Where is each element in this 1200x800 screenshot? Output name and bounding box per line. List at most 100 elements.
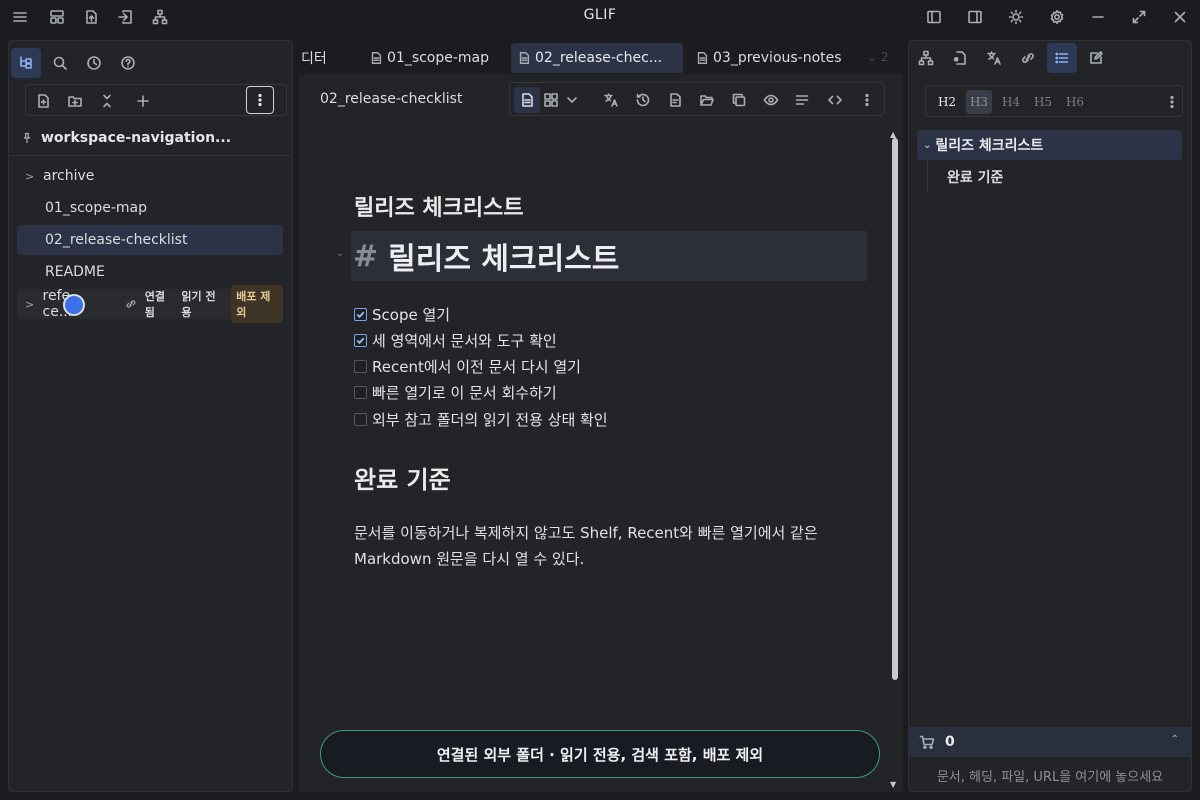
more-icon[interactable] xyxy=(246,86,274,114)
chevron-down-icon[interactable] xyxy=(559,87,585,113)
eye-icon[interactable] xyxy=(758,87,784,113)
outline-item[interactable]: 완료 기준 xyxy=(947,167,1003,187)
search-icon[interactable] xyxy=(45,48,75,78)
pin-icon xyxy=(21,132,33,144)
sitemap-icon[interactable] xyxy=(148,5,172,29)
checklist-item[interactable]: Scope 열기 xyxy=(354,303,450,325)
document-content[interactable]: 릴리즈 체크리스트 ⌄ # 릴리즈 체크리스트 Scope 열기 세 영역에서 … xyxy=(299,128,891,790)
chevron-down-icon[interactable]: ⌄ xyxy=(923,140,931,151)
translate-icon[interactable] xyxy=(598,87,624,113)
title-bar: GLIF xyxy=(0,0,1200,34)
layout-icon[interactable] xyxy=(45,5,69,29)
tab-previous-notes[interactable]: 03_previous-notes xyxy=(689,43,857,73)
tree-item-label: 02_release-checklist xyxy=(45,232,188,248)
scroll-down-arrow[interactable]: ▼ xyxy=(890,780,896,789)
close-icon[interactable] xyxy=(1168,5,1192,29)
section-heading: 완료 기준 xyxy=(354,466,451,494)
tree-item-scope-map[interactable]: 01_scope-map xyxy=(17,193,283,223)
editor-toolbar xyxy=(509,82,885,116)
heading-filter-h2[interactable]: H2 xyxy=(934,90,960,114)
checklist-item[interactable]: Recent에서 이전 문서 다시 열기 xyxy=(354,355,581,377)
sun-icon[interactable] xyxy=(1004,5,1028,29)
active-heading-line[interactable]: # 릴리즈 체크리스트 xyxy=(351,231,867,281)
tab-label: 디터 xyxy=(301,51,327,67)
menu-icon[interactable] xyxy=(8,5,32,29)
tree-item-release-checklist[interactable]: 02_release-checklist xyxy=(17,225,283,255)
checkbox[interactable] xyxy=(354,385,367,399)
document-icon xyxy=(369,51,383,65)
hierarchy-icon[interactable] xyxy=(911,43,941,73)
heading-filter-h5[interactable]: H5 xyxy=(1030,90,1056,114)
file-explorer-panel: workspace-navigation... > archive 01_sco… xyxy=(8,40,293,792)
minimize-icon[interactable] xyxy=(1086,5,1110,29)
heading-filter-h6[interactable]: H6 xyxy=(1062,90,1088,114)
checklist-text: 세 영역에서 문서와 도구 확인 xyxy=(372,331,557,350)
right-sidebar-icon[interactable] xyxy=(963,5,987,29)
checklist-item[interactable]: 세 영역에서 문서와 도구 확인 xyxy=(354,329,557,351)
checkbox-checked[interactable] xyxy=(354,307,367,321)
align-icon[interactable] xyxy=(789,87,815,113)
tree-item-readme[interactable]: README xyxy=(17,257,283,287)
heading-filter-h4[interactable]: H4 xyxy=(998,90,1024,114)
checkbox[interactable] xyxy=(354,359,367,373)
fold-chevron-icon[interactable]: ⌄ xyxy=(336,248,344,259)
history-icon[interactable] xyxy=(630,87,656,113)
editor-tab-bar: 디터 01_scope-map 02_release-chec... 03_pr… xyxy=(299,40,903,74)
maximize-icon[interactable] xyxy=(1127,5,1151,29)
shelf-bar[interactable]: 0 ⌃ xyxy=(909,727,1191,757)
more-icon[interactable] xyxy=(1164,90,1180,114)
translate-icon[interactable] xyxy=(979,43,1009,73)
new-file-icon[interactable] xyxy=(30,88,56,114)
help-icon[interactable] xyxy=(113,48,143,78)
more-icon[interactable] xyxy=(854,87,880,113)
code-icon[interactable] xyxy=(822,87,848,113)
outline-item[interactable]: ⌄ 릴리즈 체크리스트 xyxy=(917,130,1182,160)
tree-item-label: 01_scope-map xyxy=(45,200,148,216)
editor-header: 02_release-checklist xyxy=(299,74,903,124)
heading-filter-h3[interactable]: H3 xyxy=(966,90,992,114)
chevron-right-icon: > xyxy=(25,297,35,311)
document-icon[interactable] xyxy=(514,87,540,113)
list-icon[interactable] xyxy=(1047,43,1077,73)
outline-guide-line xyxy=(927,161,928,193)
plus-icon[interactable] xyxy=(130,88,156,114)
tab-scope-map[interactable]: 01_scope-map xyxy=(363,43,503,73)
outline-panel: H2 H3 H4 H5 H6 ⌄ 릴리즈 체크리스트 완료 기준 0 ⌃ 문서,… xyxy=(908,40,1192,792)
chevron-up-icon[interactable]: ⌃ xyxy=(1171,734,1179,745)
copy-icon[interactable] xyxy=(726,87,752,113)
folder-open-icon[interactable] xyxy=(694,87,720,113)
checkbox[interactable] xyxy=(354,412,367,426)
checklist-item[interactable]: 외부 참고 폴더의 읽기 전용 상태 확인 xyxy=(354,408,608,430)
workspace-name: workspace-navigation... xyxy=(41,130,232,146)
file-link-icon[interactable] xyxy=(945,43,975,73)
gear-icon[interactable] xyxy=(1045,5,1069,29)
checkbox-checked[interactable] xyxy=(354,333,367,347)
rendered-heading: 릴리즈 체크리스트 xyxy=(354,196,524,221)
import-icon[interactable] xyxy=(113,5,137,29)
checklist-item[interactable]: 빠른 열기로 이 문서 회수하기 xyxy=(354,381,557,403)
tab-overflow-indicator[interactable]: ⌄ 2 xyxy=(867,50,889,64)
tree-item-references[interactable]: > refece... 연결됨 읽기 전용 배포 제외 xyxy=(17,285,284,323)
edit-icon[interactable] xyxy=(1081,43,1111,73)
chevron-right-icon: > xyxy=(25,169,35,183)
clock-icon[interactable] xyxy=(79,48,109,78)
shelf-drop-zone[interactable]: 문서, 헤딩, 파일, URL을 여기에 놓으세요 xyxy=(909,759,1191,791)
tree-item-label: README xyxy=(45,264,105,280)
left-sidebar-icon[interactable] xyxy=(922,5,946,29)
tab-release-checklist[interactable]: 02_release-chec... xyxy=(511,43,683,73)
export-icon[interactable] xyxy=(79,5,103,29)
file-tree-icon[interactable] xyxy=(11,48,41,78)
scrollbar-thumb[interactable] xyxy=(892,138,898,680)
file-text-icon[interactable] xyxy=(662,87,688,113)
collapse-all-icon[interactable] xyxy=(94,88,120,114)
heading-source-text: 릴리즈 체크리스트 xyxy=(388,242,620,277)
tab-editor[interactable]: 디터 xyxy=(295,43,335,73)
tree-item-archive[interactable]: > archive xyxy=(17,161,283,191)
new-folder-icon[interactable] xyxy=(62,88,88,114)
tab-label: 02_release-chec... xyxy=(535,50,663,66)
link-icon xyxy=(125,298,137,310)
folder-badges: 연결됨 읽기 전용 배포 제외 xyxy=(125,285,284,323)
link-icon[interactable] xyxy=(1013,43,1043,73)
outline-label: 릴리즈 체크리스트 xyxy=(935,138,1044,154)
workspace-header[interactable]: workspace-navigation... xyxy=(21,127,231,149)
